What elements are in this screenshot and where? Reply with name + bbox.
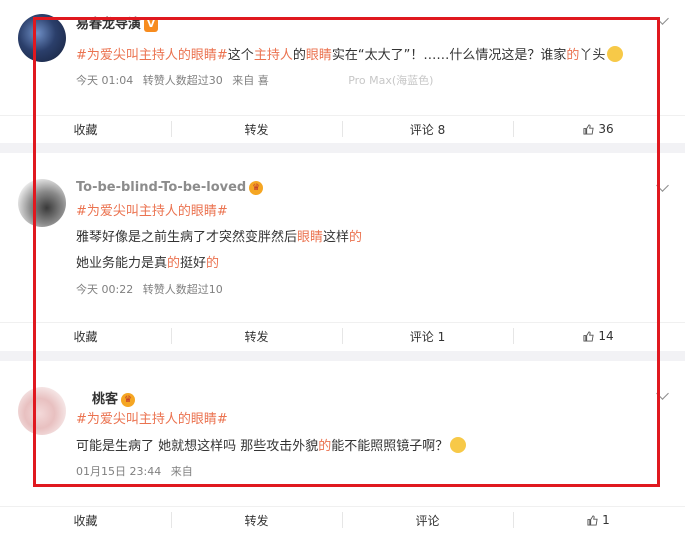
post-divider <box>0 143 685 153</box>
comment-button[interactable]: 评论 <box>342 507 513 533</box>
post-text-line: 可能是生病了 她就想这样吗 那些攻击外貌的能不能照照镜子啊？ <box>76 437 467 456</box>
comment-post: 桃客 ♛ #为爱尖叫主持人的眼睛# 可能是生病了 她就想这样吗 那些攻击外貌的能不… <box>0 361 685 536</box>
repost-count: 转赞人数超过10 <box>142 283 223 296</box>
vip-crown-icon: ♛ <box>249 181 264 195</box>
chevron-down-icon[interactable] <box>656 179 669 192</box>
post-meta: 今天 00:22 转赞人数超过10 <box>76 281 229 297</box>
like-button[interactable]: 1 <box>513 507 684 533</box>
post-time[interactable]: 今天 01:04 <box>76 74 133 87</box>
repost-button[interactable]: 转发 <box>171 507 342 533</box>
chevron-down-icon[interactable] <box>656 12 669 25</box>
topic-link[interactable]: #为爱尖叫主持人的眼睛# <box>76 48 228 63</box>
post-divider <box>0 351 685 361</box>
avatar[interactable] <box>18 387 66 435</box>
favorite-button[interactable]: 收藏 <box>0 116 171 142</box>
smile-emoji-icon <box>607 46 624 62</box>
repost-button[interactable]: 转发 <box>171 323 342 349</box>
comment-post: 易春龙导演 V #为爱尖叫主持人的眼睛#这个主持人的眼睛实在“太大了”！……什么情… <box>0 0 685 143</box>
action-bar: 收藏 转发 评论 1 14 <box>0 322 685 349</box>
repost-button[interactable]: 转发 <box>171 116 342 142</box>
comment-post: To-be-blind-To-be-loved ♛ #为爱尖叫主持人的眼睛# 雅琴… <box>0 153 685 351</box>
comment-button[interactable]: 评论 8 <box>342 116 513 142</box>
source-label: 来自 喜 <box>232 74 269 87</box>
vip-crown-icon: ♛ <box>121 393 136 407</box>
post-topic: #为爱尖叫主持人的眼睛# <box>76 411 228 429</box>
topic-link[interactable]: #为爱尖叫主持人的眼睛# <box>76 412 228 427</box>
repost-count: 转赞人数超过30 <box>142 74 223 87</box>
favorite-button[interactable]: 收藏 <box>0 323 171 349</box>
avatar[interactable] <box>18 14 66 62</box>
topic-link[interactable]: #为爱尖叫主持人的眼睛# <box>76 204 228 219</box>
device-label: Pro Max(海蓝色) <box>348 74 434 87</box>
avatar[interactable] <box>18 179 66 227</box>
action-bar: 收藏 转发 评论 1 <box>0 506 685 533</box>
laugh-cry-emoji-icon <box>450 437 467 453</box>
post-time[interactable]: 今天 00:22 <box>76 283 133 296</box>
thumb-up-icon <box>587 514 598 526</box>
post-topic: #为爱尖叫主持人的眼睛# <box>76 203 228 221</box>
comment-button[interactable]: 评论 1 <box>342 323 513 349</box>
favorite-button[interactable]: 收藏 <box>0 507 171 533</box>
like-button[interactable]: 14 <box>513 323 684 349</box>
post-meta: 今天 01:04 转赞人数超过30 来自 喜 Pro Max(海蓝色) <box>76 72 439 88</box>
thumb-up-icon <box>583 330 594 342</box>
verified-badge-icon: V <box>144 18 159 32</box>
username[interactable]: 桃客 ♛ <box>92 388 136 407</box>
thumb-up-icon <box>583 123 594 135</box>
post-text-line: 她业务能力是真的挺好的 <box>76 256 220 271</box>
source-label: 来自 <box>170 465 193 478</box>
chevron-down-icon[interactable] <box>656 387 669 400</box>
post-text: #为爱尖叫主持人的眼睛#这个主持人的眼睛实在“太大了”！……什么情况这是？谁家的… <box>76 46 624 65</box>
post-text-line: 雅琴好像是之前生病了才突然变胖然后眼睛这样的 <box>76 230 363 245</box>
username[interactable]: 易春龙导演 V <box>76 13 159 32</box>
username[interactable]: To-be-blind-To-be-loved ♛ <box>76 180 264 195</box>
action-bar: 收藏 转发 评论 8 36 <box>0 115 685 142</box>
post-time[interactable]: 01月15日 23:44 <box>76 465 161 478</box>
post-meta: 01月15日 23:44 来自 <box>76 463 199 479</box>
like-button[interactable]: 36 <box>513 116 684 142</box>
